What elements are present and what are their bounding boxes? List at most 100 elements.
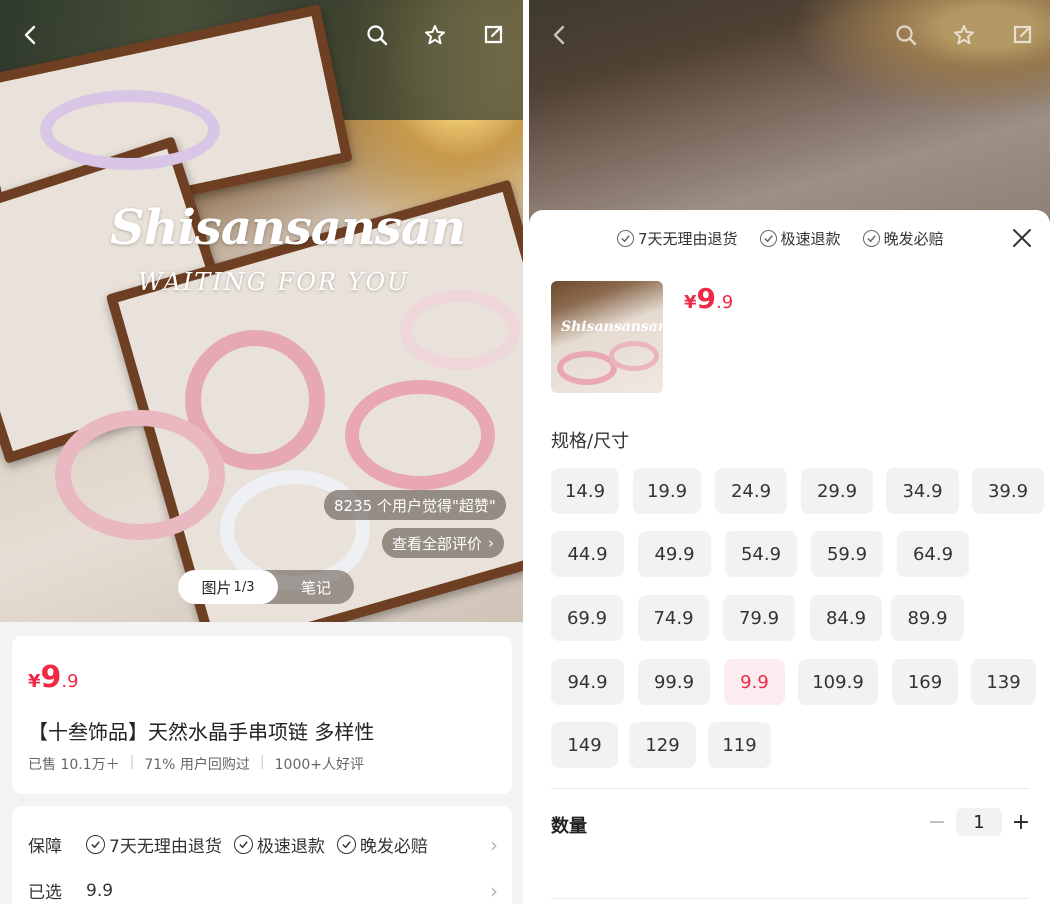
check-circle-icon [759, 230, 777, 247]
guarantee-label: 保障 [28, 837, 62, 857]
star-icon[interactable] [945, 16, 983, 54]
search-icon[interactable] [358, 16, 396, 54]
spec-option[interactable]: 64.9 [897, 531, 969, 577]
bracelet [400, 290, 520, 370]
spec-option[interactable]: 39.9 [972, 468, 1044, 514]
price-integer: 9 [40, 660, 62, 695]
selected-value: 9.9 [86, 880, 114, 901]
spec-option[interactable]: 44.9 [551, 531, 624, 577]
selected-row[interactable]: 已选 9.9 › [28, 878, 498, 904]
divider: | [259, 754, 265, 770]
good-reviews: 1000+人好评 [274, 757, 364, 773]
bracelet [609, 341, 659, 371]
product-stats: 已售 10.1万＋ | 71% 用户回购过 | 1000+人好评 [28, 754, 364, 774]
search-icon[interactable] [887, 16, 925, 54]
price-decimal: .9 [716, 292, 734, 313]
guarantee-item: 晚发必赔 [336, 832, 428, 857]
sheet-price: ¥9.9 [684, 282, 733, 315]
price-integer: 9 [696, 282, 717, 315]
product-photo-dimmed [529, 0, 1050, 230]
spec-option[interactable]: 59.9 [811, 531, 883, 577]
spec-option[interactable]: 9.9 [724, 659, 785, 705]
quantity-label: 数量 [551, 816, 587, 837]
spec-option[interactable]: 109.9 [798, 659, 878, 705]
product-thumbnail[interactable]: Shisansansan [551, 281, 663, 393]
price-currency: ¥ [28, 671, 41, 692]
share-icon[interactable] [474, 16, 512, 54]
check-circle-icon [86, 835, 105, 854]
product-title: 【十叁饰品】天然水晶手串项链 多样性 [28, 720, 375, 744]
guarantee-item: 7天无理由退货 [86, 832, 222, 857]
spec-option[interactable]: 19.9 [633, 468, 701, 514]
guarantee-item: 极速退款 [233, 832, 325, 857]
guarantee-item: 晚发必赔 [862, 228, 944, 249]
spec-option[interactable]: 74.9 [638, 595, 709, 641]
spec-sheet: 7天无理由退货 极速退款 晚发必赔 Shisansansan ¥9.9 规格/尺… [529, 210, 1050, 904]
gallery-tabs: 图片 1/3 笔记 [178, 570, 354, 604]
quantity-value[interactable]: 1 [956, 808, 1002, 836]
product-photo[interactable]: Shisansansan WAITING FOR YOU 8235 个用户觉得"… [0, 0, 523, 622]
likes-badge: 8235 个用户觉得"超赞" [324, 490, 506, 520]
spec-option[interactable]: 34.9 [886, 468, 959, 514]
spec-option[interactable]: 94.9 [551, 659, 624, 705]
tab-photos[interactable]: 图片 1/3 [178, 570, 278, 604]
product-detail-panel: Shisansansan WAITING FOR YOU 8235 个用户觉得"… [0, 0, 523, 904]
tab-photos-label: 图片 [201, 578, 232, 597]
spec-option[interactable]: 149 [551, 722, 618, 768]
spec-option[interactable]: 119 [708, 722, 771, 768]
spec-option[interactable]: 84.9 [810, 595, 882, 641]
spec-option[interactable]: 29.9 [801, 468, 873, 514]
divider [551, 898, 1029, 899]
thumbnail-watermark: Shisansansan [561, 319, 663, 335]
guarantee-text: 晚发必赔 [359, 837, 428, 857]
minus-icon[interactable]: − [926, 810, 948, 835]
sold-count: 已售 10.1万＋ [28, 757, 120, 773]
check-circle-icon [617, 230, 634, 247]
sheet-guarantees: 7天无理由退货 极速退款 晚发必赔 [617, 228, 944, 249]
spec-option[interactable]: 14.9 [551, 468, 619, 514]
all-reviews-link[interactable]: 查看全部评价 › [382, 528, 505, 558]
spec-option[interactable]: 49.9 [638, 531, 711, 577]
spec-option[interactable]: 69.9 [551, 595, 623, 641]
spec-option[interactable]: 79.9 [723, 595, 795, 641]
chevron-right-icon: › [490, 878, 498, 903]
share-icon[interactable] [1003, 16, 1041, 54]
price-decimal: .9 [61, 671, 79, 692]
brand-tagline-watermark: WAITING FOR YOU [138, 268, 410, 296]
check-circle-icon [336, 835, 356, 854]
all-reviews-label: 查看全部评价 [392, 534, 483, 553]
service-card: 保障 7天无理由退货 极速退款 晚发必赔 › 已选 9.9 › [12, 806, 512, 904]
divider: | [129, 754, 135, 770]
close-icon[interactable] [1010, 226, 1034, 250]
quantity-stepper: − 1 + [926, 808, 1032, 836]
guarantee-text: 7天无理由退货 [638, 230, 738, 248]
product-price: ¥9.9 [28, 660, 79, 695]
star-icon[interactable] [416, 16, 454, 54]
price-currency: ¥ [684, 292, 697, 313]
guarantee-item: 7天无理由退货 [617, 228, 738, 249]
guarantee-item: 极速退款 [759, 228, 841, 249]
guarantee-text: 极速退款 [780, 230, 841, 248]
spec-option[interactable]: 89.9 [891, 595, 964, 641]
spec-option[interactable]: 54.9 [725, 531, 797, 577]
guarantee-row[interactable]: 保障 7天无理由退货 极速退款 晚发必赔 › [28, 832, 498, 858]
divider [551, 788, 1029, 789]
tab-notes[interactable]: 笔记 [278, 577, 354, 598]
guarantee-text: 晚发必赔 [883, 230, 944, 248]
bracelet [40, 90, 220, 170]
back-icon[interactable] [541, 16, 579, 54]
spec-option[interactable]: 99.9 [638, 659, 710, 705]
tab-photos-count: 1/3 [233, 579, 255, 595]
spec-option[interactable]: 24.9 [715, 468, 787, 514]
spec-option[interactable]: 139 [971, 659, 1036, 705]
chevron-right-icon: › [490, 832, 498, 857]
spec-option[interactable]: 169 [892, 659, 958, 705]
back-icon[interactable] [12, 16, 50, 54]
plus-icon[interactable]: + [1010, 810, 1032, 835]
spec-label: 规格/尺寸 [551, 431, 630, 452]
chevron-right-icon: › [488, 534, 495, 552]
check-circle-icon [233, 835, 253, 854]
bracelet [345, 380, 495, 490]
guarantee-text: 极速退款 [256, 837, 325, 857]
spec-option[interactable]: 129 [629, 722, 696, 768]
